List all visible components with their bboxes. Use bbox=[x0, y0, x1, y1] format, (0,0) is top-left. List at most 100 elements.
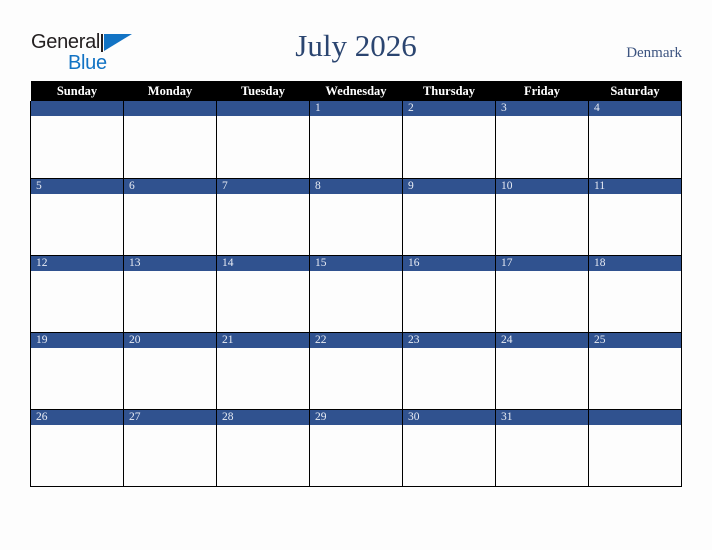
day-number bbox=[124, 101, 216, 116]
day-events-area[interactable] bbox=[403, 116, 495, 177]
calendar-day-cell[interactable]: 29 bbox=[309, 409, 403, 487]
calendar-day-cell[interactable]: 28 bbox=[216, 409, 310, 487]
calendar-day-cell[interactable] bbox=[588, 409, 682, 487]
calendar-day-cell[interactable]: 19 bbox=[30, 332, 124, 410]
weekday-header-thursday: Thursday bbox=[402, 81, 496, 101]
calendar-day-cell[interactable]: 17 bbox=[495, 255, 589, 333]
day-events-area[interactable] bbox=[496, 194, 588, 255]
day-number: 5 bbox=[31, 178, 123, 194]
calendar-day-cell[interactable] bbox=[30, 101, 124, 179]
calendar-day-cell[interactable]: 13 bbox=[123, 255, 217, 333]
day-events-area[interactable] bbox=[310, 194, 402, 255]
day-events-area[interactable] bbox=[310, 348, 402, 409]
day-number: 20 bbox=[124, 332, 216, 348]
calendar-day-cell[interactable]: 20 bbox=[123, 332, 217, 410]
day-events-area[interactable] bbox=[403, 271, 495, 332]
day-events-area[interactable] bbox=[217, 194, 309, 255]
weekday-header-wednesday: Wednesday bbox=[309, 81, 403, 101]
day-events-area[interactable] bbox=[31, 348, 123, 409]
day-events-area[interactable] bbox=[403, 194, 495, 255]
calendar-day-cell[interactable]: 11 bbox=[588, 178, 682, 256]
day-number: 21 bbox=[217, 332, 309, 348]
day-events-area[interactable] bbox=[496, 425, 588, 486]
calendar-day-cell[interactable]: 4 bbox=[588, 101, 682, 179]
day-events-area[interactable] bbox=[589, 425, 681, 486]
day-number: 30 bbox=[403, 409, 495, 425]
day-events-area[interactable] bbox=[217, 348, 309, 409]
calendar-day-cell[interactable]: 21 bbox=[216, 332, 310, 410]
day-events-area[interactable] bbox=[217, 116, 309, 177]
calendar-day-cell[interactable]: 30 bbox=[402, 409, 496, 487]
calendar-day-cell[interactable]: 31 bbox=[495, 409, 589, 487]
day-events-area[interactable] bbox=[496, 348, 588, 409]
country-label: Denmark bbox=[626, 45, 682, 61]
calendar-day-cell[interactable] bbox=[216, 101, 310, 179]
page-title: July 2026 bbox=[295, 28, 417, 63]
calendar-day-cell[interactable]: 9 bbox=[402, 178, 496, 256]
day-events-area[interactable] bbox=[403, 348, 495, 409]
calendar-day-cell[interactable]: 15 bbox=[309, 255, 403, 333]
day-events-area[interactable] bbox=[124, 194, 216, 255]
day-events-area[interactable] bbox=[589, 348, 681, 409]
day-events-area[interactable] bbox=[217, 271, 309, 332]
day-events-area[interactable] bbox=[589, 116, 681, 177]
calendar-day-cell[interactable]: 16 bbox=[402, 255, 496, 333]
calendar-day-cell[interactable]: 12 bbox=[30, 255, 124, 333]
day-number: 14 bbox=[217, 255, 309, 271]
calendar-day-cell[interactable]: 8 bbox=[309, 178, 403, 256]
day-number: 4 bbox=[589, 101, 681, 116]
day-events-area[interactable] bbox=[124, 348, 216, 409]
calendar-day-cell[interactable]: 26 bbox=[30, 409, 124, 487]
day-events-area[interactable] bbox=[124, 116, 216, 177]
day-number: 6 bbox=[124, 178, 216, 194]
day-number: 23 bbox=[403, 332, 495, 348]
day-events-area[interactable] bbox=[403, 425, 495, 486]
calendar-day-cell[interactable]: 1 bbox=[309, 101, 403, 179]
calendar-day-cell[interactable]: 22 bbox=[309, 332, 403, 410]
day-events-area[interactable] bbox=[496, 116, 588, 177]
calendar-header-row: Sunday Monday Tuesday Wednesday Thursday… bbox=[30, 81, 682, 101]
calendar-day-cell[interactable]: 25 bbox=[588, 332, 682, 410]
calendar-day-cell[interactable] bbox=[123, 101, 217, 179]
day-events-area[interactable] bbox=[124, 271, 216, 332]
day-events-area[interactable] bbox=[589, 271, 681, 332]
day-number: 2 bbox=[403, 101, 495, 116]
calendar-day-cell[interactable]: 5 bbox=[30, 178, 124, 256]
day-events-area[interactable] bbox=[31, 194, 123, 255]
day-number: 8 bbox=[310, 178, 402, 194]
calendar-day-cell[interactable]: 2 bbox=[402, 101, 496, 179]
calendar-day-cell[interactable]: 18 bbox=[588, 255, 682, 333]
day-number: 29 bbox=[310, 409, 402, 425]
calendar-page: General Blue July 2026 Denmark Sunday Mo… bbox=[0, 0, 712, 550]
weekday-header-friday: Friday bbox=[495, 81, 589, 101]
day-events-area[interactable] bbox=[496, 271, 588, 332]
calendar-day-cell[interactable]: 14 bbox=[216, 255, 310, 333]
day-events-area[interactable] bbox=[31, 425, 123, 486]
day-number: 3 bbox=[496, 101, 588, 116]
day-events-area[interactable] bbox=[589, 194, 681, 255]
day-number: 7 bbox=[217, 178, 309, 194]
day-events-area[interactable] bbox=[310, 425, 402, 486]
calendar-day-cell[interactable]: 6 bbox=[123, 178, 217, 256]
calendar-day-cell[interactable]: 27 bbox=[123, 409, 217, 487]
calendar-week-row: 1234 bbox=[30, 101, 682, 179]
day-number: 28 bbox=[217, 409, 309, 425]
day-number: 11 bbox=[589, 178, 681, 194]
day-number: 19 bbox=[31, 332, 123, 348]
day-number bbox=[217, 101, 309, 116]
calendar-day-cell[interactable]: 10 bbox=[495, 178, 589, 256]
calendar-day-cell[interactable]: 24 bbox=[495, 332, 589, 410]
day-events-area[interactable] bbox=[310, 116, 402, 177]
calendar-day-cell[interactable]: 7 bbox=[216, 178, 310, 256]
day-number bbox=[31, 101, 123, 116]
day-events-area[interactable] bbox=[217, 425, 309, 486]
day-events-area[interactable] bbox=[310, 271, 402, 332]
calendar-week-row: 5 6 7 8 9 10 11 bbox=[30, 178, 682, 256]
day-events-area[interactable] bbox=[31, 271, 123, 332]
day-number: 15 bbox=[310, 255, 402, 271]
calendar-day-cell[interactable]: 3 bbox=[495, 101, 589, 179]
day-events-area[interactable] bbox=[124, 425, 216, 486]
calendar-day-cell[interactable]: 23 bbox=[402, 332, 496, 410]
day-events-area[interactable] bbox=[31, 116, 123, 177]
weekday-header-tuesday: Tuesday bbox=[216, 81, 310, 101]
